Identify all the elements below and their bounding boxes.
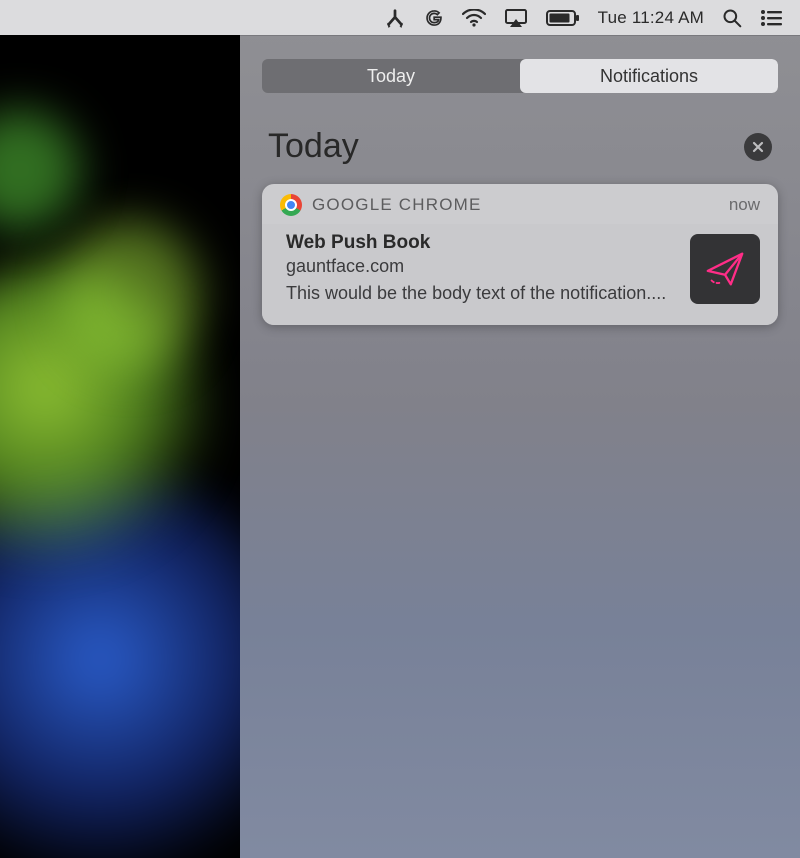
menubar-clock[interactable]: Tue 11:24 AM bbox=[598, 8, 704, 28]
notification-domain: gauntface.com bbox=[286, 256, 672, 277]
notification-center-icon[interactable] bbox=[760, 9, 782, 27]
notification-time-ago: now bbox=[729, 195, 760, 215]
notification-thumbnail bbox=[690, 234, 760, 304]
google-status-icon[interactable] bbox=[424, 8, 444, 28]
notification-card[interactable]: GOOGLE CHROME now Web Push Book gauntfac… bbox=[262, 184, 778, 325]
notification-app-name: GOOGLE CHROME bbox=[312, 195, 482, 215]
close-icon bbox=[751, 140, 765, 154]
notification-center-tabs: Today Notifications bbox=[262, 59, 778, 93]
paper-plane-icon bbox=[702, 246, 748, 292]
notification-title: Web Push Book bbox=[286, 232, 672, 254]
airplay-icon[interactable] bbox=[504, 8, 528, 28]
desktop-wallpaper bbox=[0, 0, 240, 858]
clear-all-button[interactable] bbox=[744, 133, 772, 161]
spotlight-search-icon[interactable] bbox=[722, 8, 742, 28]
notification-center-panel: Today Notifications Today GOOGLE CHROME … bbox=[240, 35, 800, 858]
tab-notifications[interactable]: Notifications bbox=[520, 59, 778, 93]
fork-indicator-icon[interactable] bbox=[384, 8, 406, 28]
macos-menubar: Tue 11:24 AM bbox=[0, 0, 800, 35]
notification-card-header: GOOGLE CHROME now bbox=[262, 184, 778, 224]
wifi-icon[interactable] bbox=[462, 9, 486, 27]
chrome-app-icon bbox=[280, 194, 302, 216]
tab-today[interactable]: Today bbox=[262, 59, 520, 93]
section-title: Today bbox=[268, 127, 359, 166]
battery-icon[interactable] bbox=[546, 10, 580, 26]
notification-body: This would be the body text of the notif… bbox=[286, 281, 672, 305]
